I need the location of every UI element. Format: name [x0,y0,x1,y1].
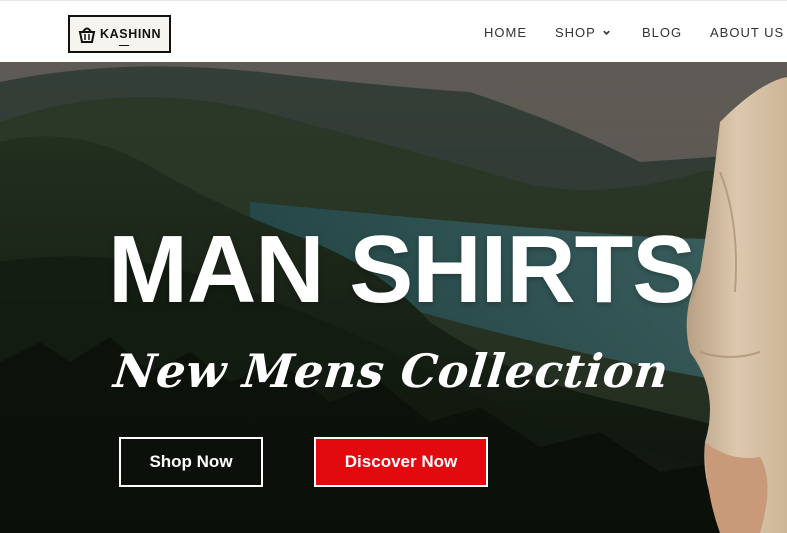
logo-underline [119,45,129,46]
nav-item-shop-label: SHOP [555,25,596,40]
hero-headline: MAN SHIRTS [108,216,696,323]
chevron-down-icon [603,30,610,35]
basket-icon [78,27,96,43]
nav-item-home[interactable]: HOME [484,25,527,40]
hero-subheadline: New Mens Collection [111,344,672,398]
nav-item-shop[interactable]: SHOP [555,25,611,40]
discover-now-button[interactable]: Discover Now [314,437,488,487]
logo-text: KASHINN [100,27,162,41]
nav-item-blog[interactable]: BLOG [642,25,682,40]
site-logo[interactable]: KASHINN [68,15,171,53]
shop-now-button[interactable]: Shop Now [119,437,263,487]
site-header: KASHINN HOME SHOP BLOG ABOUT US [0,0,787,62]
nav-item-about-us[interactable]: ABOUT US [710,25,784,40]
hero-banner: MAN SHIRTS New Mens Collection Shop Now … [0,62,787,533]
